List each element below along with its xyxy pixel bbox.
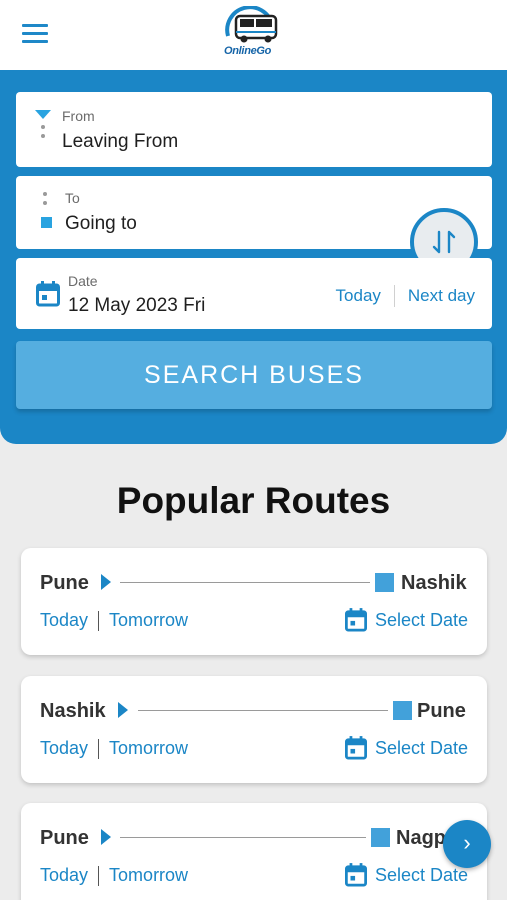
today-link[interactable]: Today [40,738,88,759]
hamburger-menu-icon[interactable] [22,24,48,44]
route-quick-dates: Today Tomorrow [40,865,188,886]
from-field[interactable]: From Leaving From [16,92,492,167]
route-card[interactable]: Nashik Pune Today Tomorrow Select Date [21,676,487,783]
divider [98,610,100,631]
divider [393,285,395,307]
today-link[interactable]: Today [40,610,88,631]
to-value[interactable]: Going to [65,213,137,235]
route-dots-icon [41,125,45,143]
scroll-next-button[interactable]: › [443,820,491,868]
select-date-label: Select Date [374,737,468,758]
date-value[interactable]: 12 May 2023 Fri [68,295,205,317]
tomorrow-link[interactable]: Tomorrow [109,738,188,759]
today-link[interactable]: Today [336,286,381,306]
bus-logo-icon [225,5,278,43]
logo-text: OnlineGo [224,45,272,57]
select-date-button[interactable]: Select Date [344,736,468,760]
calendar-icon [36,281,60,307]
chevron-right-icon: › [463,830,471,855]
destination-marker-icon [41,217,52,228]
quick-date-links: Today Next day [336,285,475,307]
from-value[interactable]: Leaving From [62,131,178,153]
select-date-label: Select Date [374,864,468,885]
today-link[interactable]: Today [40,865,88,886]
divider [98,865,100,886]
select-date-button[interactable]: Select Date [344,608,468,632]
route-card[interactable]: Pune Nagpur Today Tomorrow Select Date [21,803,487,900]
select-date-label: Select Date [374,609,468,630]
app-logo: OnlineGo [222,5,282,62]
route-origin: Pune [40,572,89,594]
select-date-button[interactable]: Select Date [344,863,468,887]
calendar-icon [344,863,367,887]
destination-marker-icon [393,701,412,720]
app-header: OnlineGo [0,0,507,70]
destination-marker-icon [375,573,394,592]
popular-routes-title: Popular Routes [116,480,391,521]
route-quick-dates: Today Tomorrow [40,610,188,631]
route-line [120,582,370,583]
route-origin: Nashik [40,700,106,722]
route-arrow-icon [118,702,128,718]
tomorrow-link[interactable]: Tomorrow [109,610,188,631]
route-arrow-icon [101,574,111,590]
date-label: Date [68,273,98,289]
search-panel: From Leaving From To Going to Date 12 Ma… [0,70,507,444]
swap-vertical-arrows-icon [432,230,456,254]
next-day-link[interactable]: Next day [408,286,475,306]
tomorrow-link[interactable]: Tomorrow [109,865,188,886]
route-quick-dates: Today Tomorrow [40,738,188,759]
destination-marker-icon [371,828,390,847]
calendar-icon [344,608,367,632]
route-line [120,837,366,838]
to-label: To [65,190,80,206]
route-line [138,710,388,711]
route-arrow-icon [101,829,111,845]
route-destination: Nashik [401,572,467,594]
search-buses-button[interactable]: SEARCH BUSES [16,341,492,409]
route-destination: Pune [417,700,466,722]
route-card[interactable]: Pune Nashik Today Tomorrow Select Date [21,548,487,655]
origin-marker-icon [35,110,51,119]
calendar-icon [344,736,367,760]
route-origin: Pune [40,827,89,849]
route-dots-icon [43,192,47,210]
date-field[interactable]: Date 12 May 2023 Fri Today Next day [16,258,492,329]
divider [98,738,100,759]
from-label: From [62,108,95,124]
